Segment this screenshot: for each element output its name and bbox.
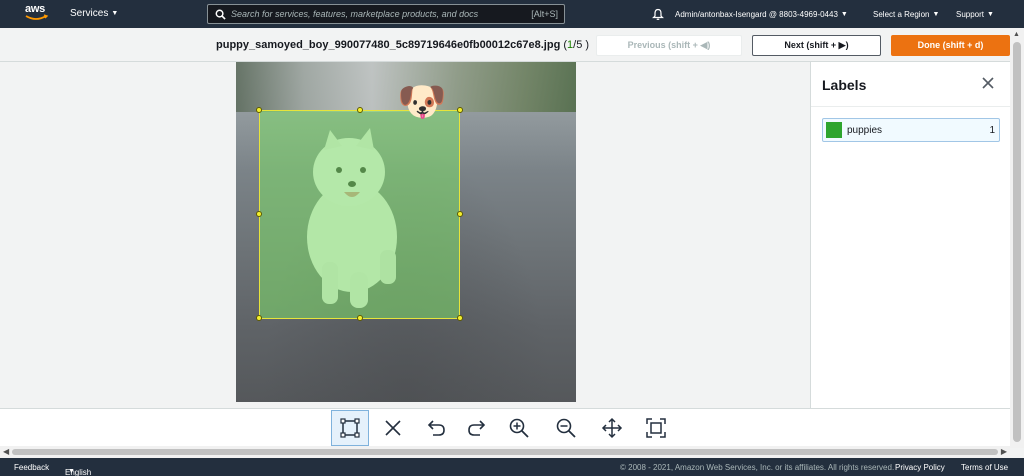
zoom-out-icon (556, 418, 576, 438)
fit-screen-tool[interactable] (637, 410, 675, 446)
zoom-out-tool[interactable] (547, 410, 585, 446)
caret-down-icon: ▼ (840, 11, 848, 18)
resize-handle[interactable] (357, 315, 363, 321)
copyright-text: © 2008 - 2021, Amazon Web Services, Inc.… (620, 463, 895, 472)
fit-screen-icon (646, 418, 666, 438)
search-placeholder: Search for services, features, marketpla… (231, 9, 479, 19)
previous-button[interactable]: Previous (shift + ◀) (596, 35, 742, 56)
move-tool[interactable] (593, 410, 631, 446)
caret-down-icon: ▼ (987, 11, 994, 18)
vertical-scrollbar[interactable]: ▲ (1010, 28, 1024, 448)
support-label: Support (956, 10, 985, 19)
terms-of-use-link[interactable]: Terms of Use (961, 463, 1008, 472)
search-icon (215, 9, 226, 20)
region-label: Select a Region (873, 10, 930, 19)
labels-title: Labels (822, 77, 867, 93)
puppy-emoji-marker: 🐶 (397, 80, 447, 124)
support-menu[interactable]: Support ▼ (956, 10, 994, 19)
undo-icon (427, 420, 445, 436)
image-filename: puppy_samoyed_boy_990077480_5c89719646e0… (216, 39, 589, 51)
index-total: /5 ) (573, 39, 590, 51)
redo-icon (468, 420, 486, 436)
resize-handle[interactable] (457, 107, 463, 113)
bounding-box-tool[interactable] (331, 410, 369, 446)
zoom-in-icon (509, 418, 529, 438)
label-name: puppies (847, 125, 883, 136)
services-label: Services (70, 8, 109, 19)
label-count: 1 (989, 125, 995, 136)
feedback-link[interactable]: Feedback (14, 463, 49, 472)
account-label: Admin/antonbax-Isengard @ 8803-4969-0443 (675, 10, 838, 19)
search-shortcut: [Alt+S] (531, 9, 558, 19)
search-input[interactable]: Search for services, features, marketpla… (207, 4, 565, 24)
next-button[interactable]: Next (shift + ▶) (752, 35, 881, 56)
caret-down-icon: ▼ (932, 11, 940, 18)
task-header: puppy_samoyed_boy_990077480_5c89719646e0… (0, 28, 1024, 62)
horizontal-scrollbar[interactable]: ◀ ▶ (0, 446, 1010, 458)
horizontal-scroll-thumb[interactable] (12, 449, 998, 455)
label-color-swatch (826, 122, 842, 138)
close-icon[interactable] (982, 77, 994, 89)
move-icon (601, 417, 623, 439)
bounding-box[interactable] (256, 107, 463, 321)
filename-text: puppy_samoyed_boy_990077480_5c89719646e0… (216, 39, 561, 51)
privacy-policy-link[interactable]: Privacy Policy (895, 463, 945, 472)
resize-handle[interactable] (357, 107, 363, 113)
vertical-scroll-thumb[interactable] (1013, 42, 1021, 442)
annotation-toolbar (0, 408, 1010, 446)
account-menu[interactable]: Admin/antonbax-Isengard @ 8803-4969-0443… (675, 10, 848, 19)
close-icon (385, 420, 401, 436)
labels-panel: Labels puppies 1 (810, 62, 1011, 408)
delete-tool[interactable] (374, 410, 412, 446)
scroll-left-icon[interactable]: ◀ (3, 447, 9, 456)
scroll-up-icon[interactable]: ▲ (1013, 31, 1020, 38)
labels-divider (811, 106, 1011, 107)
resize-handle[interactable] (256, 211, 262, 217)
bell-icon[interactable] (652, 8, 664, 21)
scroll-right-icon[interactable]: ▶ (1001, 447, 1007, 456)
caret-down-icon: ▼ (111, 10, 119, 17)
resize-handle[interactable] (457, 211, 463, 217)
caret-down-icon: ▼ (68, 468, 75, 475)
resize-handle[interactable] (457, 315, 463, 321)
region-menu[interactable]: Select a Region ▼ (873, 10, 939, 19)
done-button[interactable]: Done (shift + d) (891, 35, 1010, 56)
resize-handle[interactable] (256, 315, 262, 321)
services-menu[interactable]: Services ▼ (70, 8, 118, 19)
undo-tool[interactable] (417, 410, 455, 446)
label-item-puppies[interactable]: puppies 1 (822, 118, 1000, 142)
aws-logo[interactable]: aws (25, 4, 49, 24)
resize-handle[interactable] (256, 107, 262, 113)
annotation-canvas[interactable]: 🐶 (0, 62, 810, 408)
top-nav-bar: aws Services ▼ Search for services, featu… (0, 0, 1024, 28)
redo-tool[interactable] (458, 410, 496, 446)
bounding-box-icon (340, 418, 360, 438)
footer-bar: Feedback English (US)▼ © 2008 - 2021, Am… (0, 458, 1024, 476)
zoom-in-tool[interactable] (500, 410, 538, 446)
